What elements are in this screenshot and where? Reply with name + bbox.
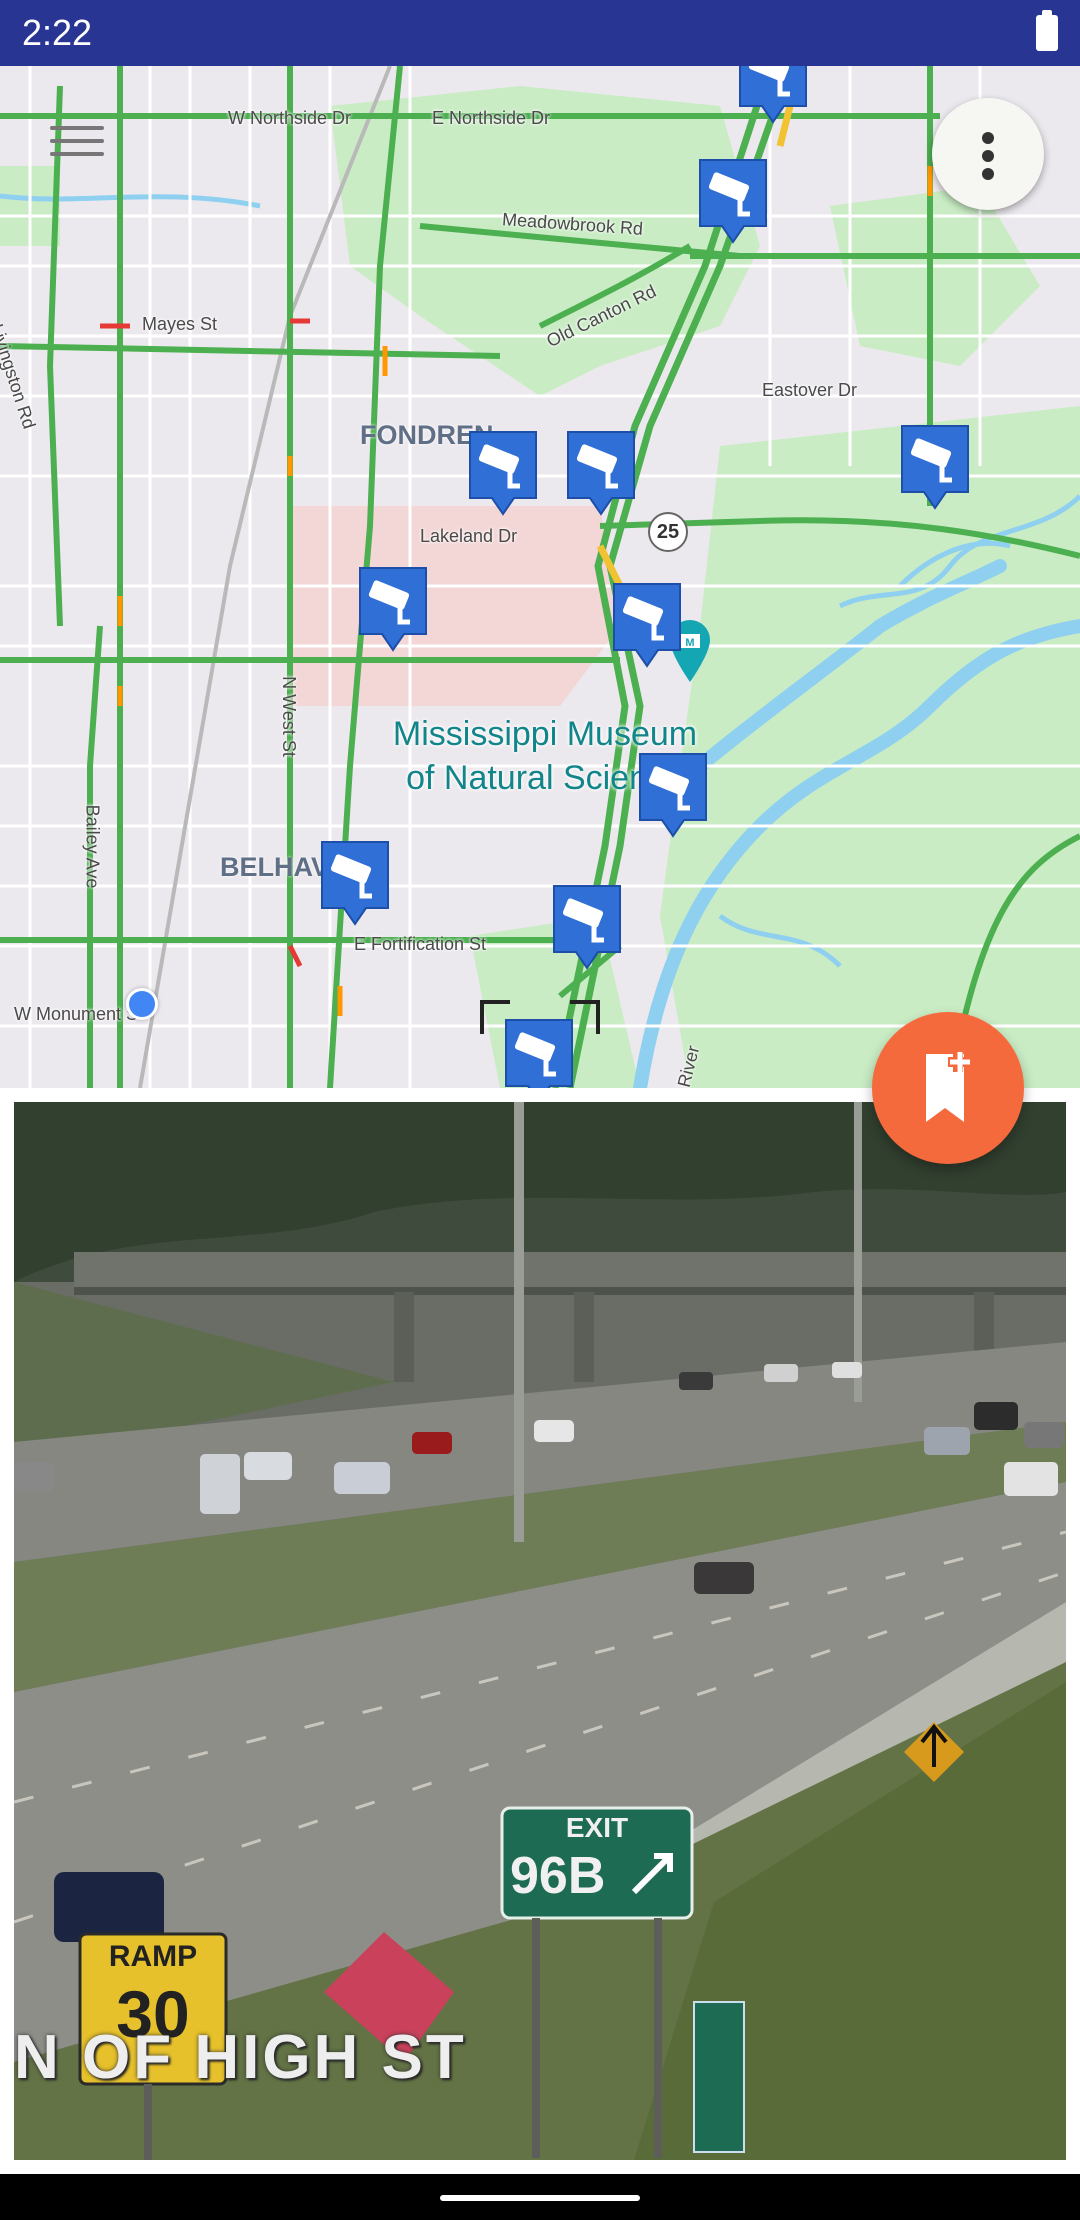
road-label-n-west: N West St bbox=[278, 676, 299, 757]
ramp-sign-top: RAMP bbox=[108, 1940, 198, 1973]
road-label-e-fortification: E Fortification St bbox=[354, 934, 487, 954]
route-shield-25: 25 bbox=[648, 512, 688, 552]
camera-feed-image[interactable]: EXIT 96B RAMP 30 N OF HIGH ST bbox=[14, 1102, 1066, 2160]
status-time: 2:22 bbox=[22, 12, 93, 53]
home-gesture-handle[interactable] bbox=[440, 2195, 640, 2201]
battery-full-icon bbox=[1036, 10, 1058, 51]
traffic-camera-icon[interactable] bbox=[466, 428, 540, 516]
traffic-camera-icon[interactable] bbox=[550, 882, 624, 970]
road-label-lakeland: Lakeland Dr bbox=[420, 526, 518, 546]
road-label-eastover: Eastover Dr bbox=[762, 380, 858, 400]
exit-sign-top: EXIT bbox=[565, 1812, 629, 1843]
svg-text:M: M bbox=[685, 637, 694, 649]
exit-sign-number: 96B bbox=[510, 1847, 606, 1905]
more-vert-icon[interactable] bbox=[932, 98, 1044, 210]
status-bar: 2:22 bbox=[0, 0, 1080, 66]
road-label-w-monument: W Monument St bbox=[14, 1004, 144, 1024]
my-location-dot bbox=[126, 988, 158, 1020]
menu-icon[interactable] bbox=[50, 126, 104, 166]
selected-camera-bracket bbox=[480, 1000, 600, 1034]
traffic-camera-icon[interactable] bbox=[610, 580, 684, 668]
traffic-camera-icon[interactable] bbox=[696, 156, 770, 244]
traffic-camera-icon[interactable] bbox=[318, 838, 392, 926]
road-label-mayes: Mayes St bbox=[142, 314, 218, 334]
add-bookmark-button[interactable] bbox=[872, 1012, 1024, 1164]
traffic-camera-icon[interactable] bbox=[356, 564, 430, 652]
add-bookmark-icon bbox=[926, 1052, 970, 1122]
traffic-camera-icon[interactable] bbox=[736, 66, 810, 124]
traffic-camera-icon[interactable] bbox=[898, 422, 972, 510]
traffic-camera-icon[interactable] bbox=[636, 750, 710, 838]
camera-location-caption: N OF HIGH ST bbox=[14, 2023, 467, 2092]
road-label-w-northside: W Northside Dr bbox=[228, 108, 352, 128]
road-label-e-northside: E Northside Dr bbox=[432, 108, 551, 128]
traffic-camera-icon[interactable] bbox=[564, 428, 638, 516]
traffic-map[interactable]: W Northside Dr E Northside Dr Meadowbroo… bbox=[0, 66, 1080, 1088]
app-root: 2:22 W Northside Dr E Northside Dr Meado… bbox=[0, 0, 1080, 2220]
area-label-belhaven: BELHAV bbox=[220, 852, 330, 882]
road-label-bailey: Bailey Ave bbox=[82, 804, 103, 889]
